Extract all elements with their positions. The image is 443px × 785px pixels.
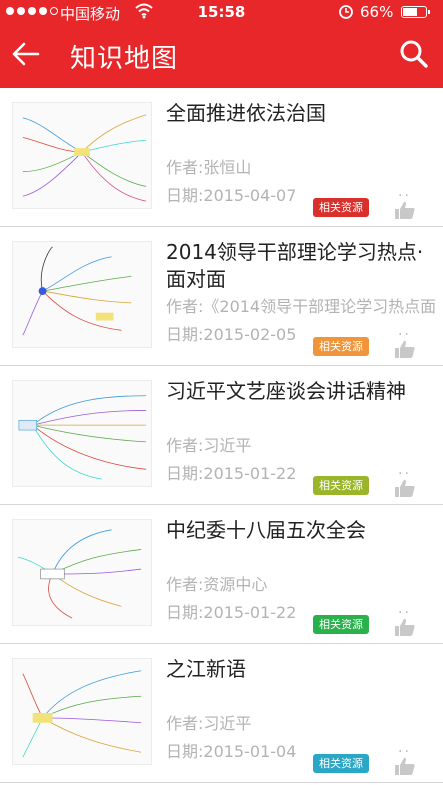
related-resources-badge[interactable]: 相关资源: [313, 198, 369, 217]
mind-map-thumbnail[interactable]: [12, 380, 152, 487]
battery-icon: [401, 6, 430, 18]
item-author: 作者:习近平: [166, 714, 252, 733]
item-title[interactable]: 习近平文艺座谈会讲话精神: [166, 378, 436, 405]
item-author: 作者:资源中心: [166, 575, 268, 594]
list-item[interactable]: 中纪委十八届五次全会 作者:资源中心 日期:2015-01-22 相关资源 ··: [0, 505, 443, 644]
related-resources-badge[interactable]: 相关资源: [313, 337, 369, 356]
related-resources-badge[interactable]: 相关资源: [313, 476, 369, 495]
item-date: 日期:2015-02-05: [166, 325, 297, 344]
mind-map-thumbnail[interactable]: [12, 519, 152, 626]
alarm-icon: [338, 2, 354, 24]
thumbs-up-icon[interactable]: [394, 756, 416, 776]
item-date: 日期:2015-01-22: [166, 464, 297, 483]
search-button[interactable]: [398, 38, 430, 70]
thumbs-up-icon[interactable]: [394, 617, 416, 637]
arrow-left-icon: [12, 42, 40, 66]
page-title: 知识地图: [70, 44, 179, 74]
item-title[interactable]: 2014领导干部理论学习热点·面对面: [166, 239, 436, 293]
back-button[interactable]: [10, 38, 42, 70]
list-item[interactable]: 2014领导干部理论学习热点·面对面 作者:《2014领导干部理论学习热点面 日…: [0, 227, 443, 366]
item-title[interactable]: 之江新语: [166, 656, 436, 683]
related-resources-badge[interactable]: 相关资源: [313, 615, 369, 634]
mind-map-thumbnail[interactable]: [12, 658, 152, 765]
item-date: 日期:2015-01-22: [166, 603, 297, 622]
item-title[interactable]: 全面推进依法治国: [166, 100, 436, 127]
list-item[interactable]: 之江新语 作者:习近平 日期:2015-01-04 相关资源 ··: [0, 644, 443, 783]
list-item[interactable]: 全面推进依法治国 作者:张恒山 日期:2015-04-07 相关资源 ··: [0, 88, 443, 227]
item-date: 日期:2015-04-07: [166, 186, 297, 205]
thumbs-up-icon[interactable]: [394, 200, 416, 220]
mind-map-thumbnail[interactable]: [12, 241, 152, 348]
item-title[interactable]: 中纪委十八届五次全会: [166, 517, 436, 544]
search-icon: [400, 40, 428, 68]
item-date: 日期:2015-01-04: [166, 742, 297, 761]
status-bar: 中国移动 15:58 66%: [0, 0, 443, 26]
knowledge-map-list: 全面推进依法治国 作者:张恒山 日期:2015-04-07 相关资源 ·· 20…: [0, 88, 443, 783]
thumbs-up-icon[interactable]: [394, 478, 416, 498]
item-author: 作者:张恒山: [166, 158, 252, 177]
item-author: 作者:《2014领导干部理论学习热点面: [166, 297, 437, 316]
item-author: 作者:习近平: [166, 436, 252, 455]
battery-percent: 66%: [360, 3, 394, 21]
app-header: 中国移动 15:58 66% 知识地图: [0, 0, 443, 88]
list-item[interactable]: 习近平文艺座谈会讲话精神 作者:习近平 日期:2015-01-22 相关资源 ·…: [0, 366, 443, 505]
mind-map-thumbnail[interactable]: [12, 102, 152, 209]
thumbs-up-icon[interactable]: [394, 339, 416, 359]
related-resources-badge[interactable]: 相关资源: [313, 754, 369, 773]
